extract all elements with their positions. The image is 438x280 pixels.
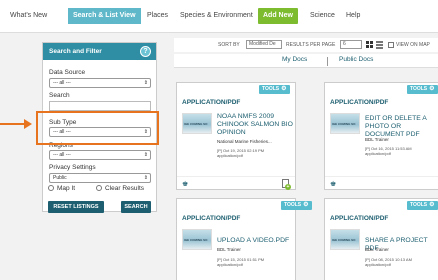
doc-card[interactable]: TOOLS ⚙ APPLICATION/PDF IGE COMING SO NOA… [176, 82, 296, 190]
document-thumbnail[interactable]: IGE COMING SO [182, 229, 212, 250]
annotation-arrow-head [24, 119, 32, 129]
tools-label: TOOLS [262, 86, 280, 92]
nav-add-new[interactable]: Add New [258, 8, 298, 24]
thumbnail-text: IGE COMING SO [332, 238, 356, 242]
regions-select[interactable]: --- all --- ⇕ [49, 150, 151, 160]
thumbnail-text: IGE COMING SO [184, 122, 208, 126]
card-owner: BDL Trainer [365, 247, 389, 252]
view-on-map-label: VIEW ON MAP [396, 42, 430, 48]
regions-value: --- all --- [53, 152, 71, 158]
privacy-settings-value: Public [53, 175, 67, 181]
privacy-settings-label: Privacy Settings [49, 164, 96, 171]
card-mime: application/pdf [217, 153, 243, 158]
reset-listings-button[interactable]: RESET LISTINGS [48, 201, 104, 213]
gear-icon: ⚙ [303, 202, 309, 208]
sort-by-select[interactable]: Modified De [246, 40, 282, 49]
doc-card[interactable]: TOOLS ⚙ APPLICATION/PDF IGE COMING SO EDI… [324, 82, 438, 190]
tab-my-docs[interactable]: My Docs [282, 56, 307, 63]
card-title[interactable]: NOAA NMFS 2009 CHINOOK SALMON BIO OPINIO… [217, 113, 295, 137]
sort-by-value: Modified De [249, 41, 276, 47]
map-it-label: Map It [57, 185, 76, 192]
data-source-label: Data Source [49, 69, 86, 76]
card-mime: application/pdf [365, 151, 391, 156]
top-nav: What's New Search & List View Places Spe… [0, 0, 438, 33]
search-label: Search [49, 92, 70, 99]
document-thumbnail[interactable]: IGE COMING SO [330, 113, 360, 134]
search-filter-title: Search and Filter [49, 48, 102, 55]
document-thumbnail[interactable]: IGE COMING SO [182, 113, 212, 134]
tools-button[interactable]: TOOLS ⚙ [407, 201, 438, 210]
tools-label: TOOLS [410, 86, 428, 92]
view-on-map-checkbox[interactable] [388, 42, 394, 48]
thumbnail-text: IGE COMING SO [332, 122, 356, 126]
gear-icon: ⚙ [429, 202, 435, 208]
card-type: APPLICATION/PDF [330, 215, 389, 222]
card-title[interactable]: UPLOAD A VIDEO.PDF [217, 237, 295, 245]
group-icon[interactable]: ♚ [330, 180, 336, 188]
clear-results-option[interactable]: Clear Results [96, 185, 144, 192]
grid-view-icon[interactable] [366, 41, 373, 48]
doc-card[interactable]: TOOLS ⚙ APPLICATION/PDF IGE COMING SO SHA… [324, 198, 438, 280]
results-per-page-select[interactable]: 6 [340, 40, 362, 49]
card-type: APPLICATION/PDF [330, 99, 389, 106]
tools-label: TOOLS [410, 202, 428, 208]
search-filter-header: Search and Filter ? [43, 43, 156, 60]
docs-tabs: My Docs Public Docs [174, 54, 438, 68]
card-owner: BDL Trainer [217, 247, 241, 252]
card-mime: application/pdf [365, 262, 391, 267]
card-type: APPLICATION/PDF [182, 99, 241, 106]
nav-places[interactable]: Places [147, 8, 168, 24]
annotation-arrow [0, 123, 26, 125]
sort-by-label: SORT BY [218, 42, 240, 48]
select-arrows-icon: ⇕ [143, 152, 148, 158]
thumbnail-text: IGE COMING SO [184, 238, 208, 242]
gear-icon: ⚙ [281, 86, 287, 92]
card-mime: application/pdf [217, 262, 243, 267]
card-footer: ♚ [325, 176, 438, 189]
tools-button[interactable]: TOOLS ⚙ [281, 201, 312, 210]
sub-type-highlight-box [36, 111, 159, 145]
document-thumbnail[interactable]: IGE COMING SO [330, 229, 360, 250]
nav-science[interactable]: Science [310, 8, 335, 24]
select-arrows-icon: ⇕ [143, 175, 148, 181]
nav-search-list-view[interactable]: Search & List View [68, 8, 141, 24]
nav-species-environment[interactable]: Species & Environment [180, 8, 253, 24]
tab-public-docs[interactable]: Public Docs [339, 56, 373, 63]
sort-bar: SORT BY Modified De RESULTS PER PAGE 6 V… [174, 38, 438, 52]
card-owner: BDL Trainer [365, 137, 389, 142]
results-per-page-label: RESULTS PER PAGE [286, 42, 336, 48]
tools-button[interactable]: TOOLS ⚙ [407, 85, 438, 94]
results-per-page-value: 6 [343, 41, 346, 47]
card-footer: ♚ + [177, 176, 295, 190]
doc-card[interactable]: TOOLS ⚙ APPLICATION/PDF IGE COMING SO UPL… [176, 198, 312, 280]
card-type: APPLICATION/PDF [182, 215, 241, 222]
nav-help[interactable]: Help [346, 8, 360, 24]
gear-icon: ⚙ [429, 86, 435, 92]
help-icon[interactable]: ? [140, 46, 151, 57]
nav-whats-new[interactable]: What's New [10, 8, 47, 24]
add-document-icon[interactable]: + [282, 179, 291, 190]
tools-label: TOOLS [284, 202, 302, 208]
card-title[interactable]: EDIT OR DELETE A PHOTO OR DOCUMENT PDF [365, 115, 438, 139]
privacy-settings-select[interactable]: Public ⇕ [49, 173, 151, 183]
clear-results-label: Clear Results [105, 185, 145, 192]
card-owner: National Marine Fisheries... [217, 139, 272, 144]
tools-button[interactable]: TOOLS ⚙ [259, 85, 290, 94]
radio-icon [96, 185, 102, 191]
map-it-option[interactable]: Map It [48, 185, 75, 192]
data-source-select[interactable]: --- all --- ⇕ [49, 78, 151, 88]
list-view-icon[interactable] [376, 41, 383, 49]
select-arrows-icon: ⇕ [143, 80, 148, 86]
radio-icon [48, 185, 54, 191]
data-source-value: --- all --- [53, 80, 71, 86]
group-icon[interactable]: ♚ [182, 180, 188, 188]
tab-divider [327, 57, 328, 66]
search-button[interactable]: SEARCH [121, 201, 151, 213]
search-input[interactable] [49, 101, 151, 111]
